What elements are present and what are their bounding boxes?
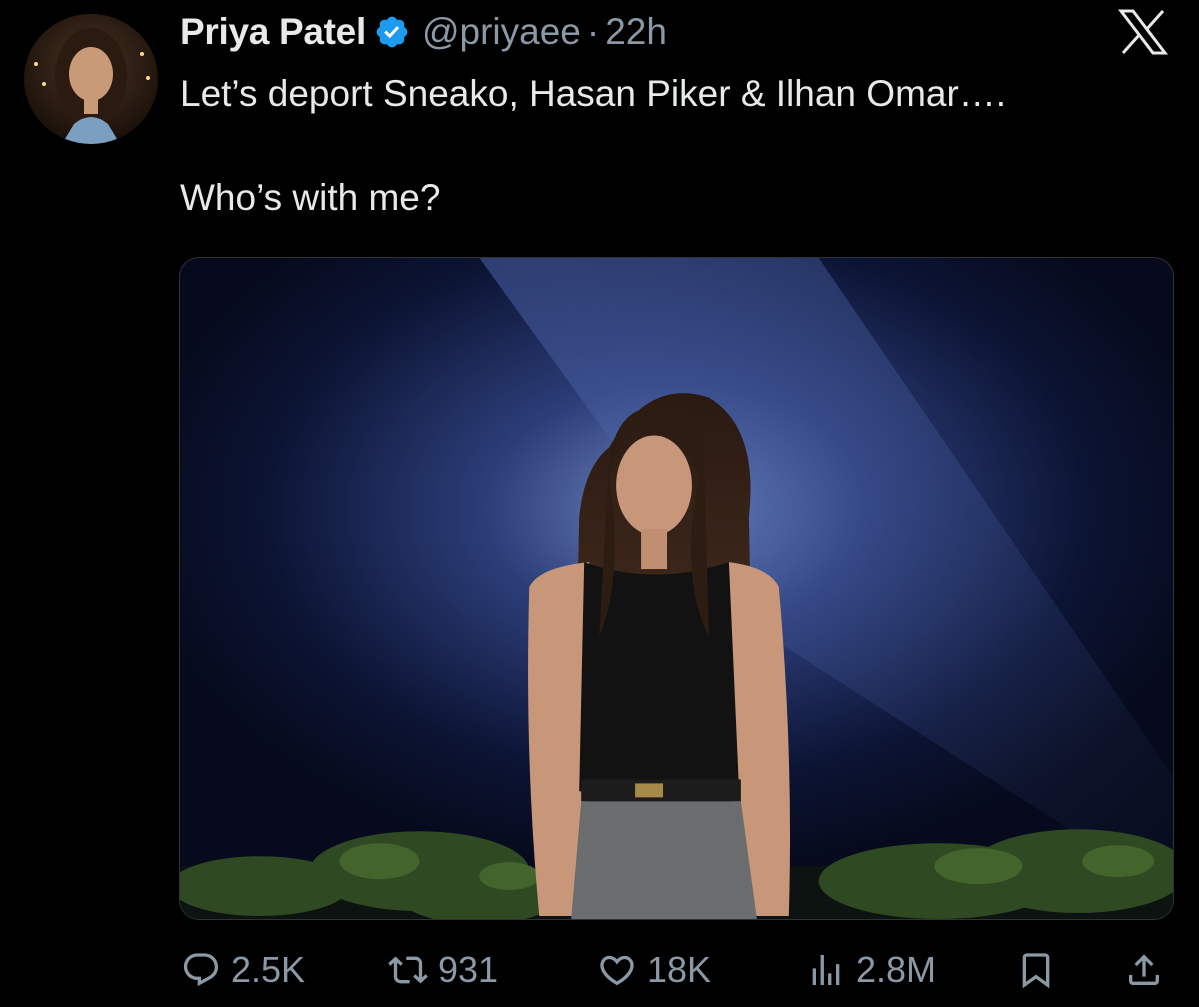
tweet[interactable]: Priya Patel @priyaee · 22h Let’s deport … xyxy=(0,0,1199,1007)
tweet-photo[interactable] xyxy=(179,257,1174,920)
reply-count: 2.5K xyxy=(231,949,306,990)
avatar-image xyxy=(24,14,158,144)
tweet-text: Let’s deport Sneako, Hasan Piker & Ilhan… xyxy=(180,68,1006,224)
reply-icon xyxy=(183,953,219,987)
views-button[interactable]: 2.8M xyxy=(806,940,936,1000)
repost-count: 931 xyxy=(438,949,499,990)
photo-image xyxy=(180,258,1173,919)
repost-icon xyxy=(388,956,428,984)
display-name[interactable]: Priya Patel xyxy=(180,11,366,53)
action-bar: 2.5K 931 18K 2.8M xyxy=(0,940,1199,1000)
share-icon xyxy=(1129,954,1159,985)
bookmark-icon xyxy=(1022,953,1050,989)
tweet-text-line: Let’s deport Sneako, Hasan Piker & Ilhan… xyxy=(180,73,1007,114)
verified-badge-icon[interactable] xyxy=(374,14,410,50)
handle[interactable]: @priyaee xyxy=(422,11,581,53)
avatar[interactable] xyxy=(24,14,158,144)
heart-icon xyxy=(600,955,634,986)
tweet-header: Priya Patel @priyaee · 22h xyxy=(180,6,667,58)
separator: · xyxy=(586,11,600,52)
reply-button[interactable]: 2.5K xyxy=(181,940,305,1000)
like-button[interactable]: 18K xyxy=(597,940,711,1000)
repost-button[interactable]: 931 xyxy=(388,940,498,1000)
analytics-icon xyxy=(812,955,840,985)
tweet-text-line: Who’s with me? xyxy=(180,177,441,218)
like-count: 18K xyxy=(647,949,712,990)
bookmark-button[interactable] xyxy=(1016,940,1056,1000)
x-logo-icon xyxy=(1117,9,1169,55)
view-count: 2.8M xyxy=(856,949,937,990)
share-button[interactable] xyxy=(1124,940,1164,1000)
timestamp[interactable]: 22h xyxy=(605,11,667,53)
